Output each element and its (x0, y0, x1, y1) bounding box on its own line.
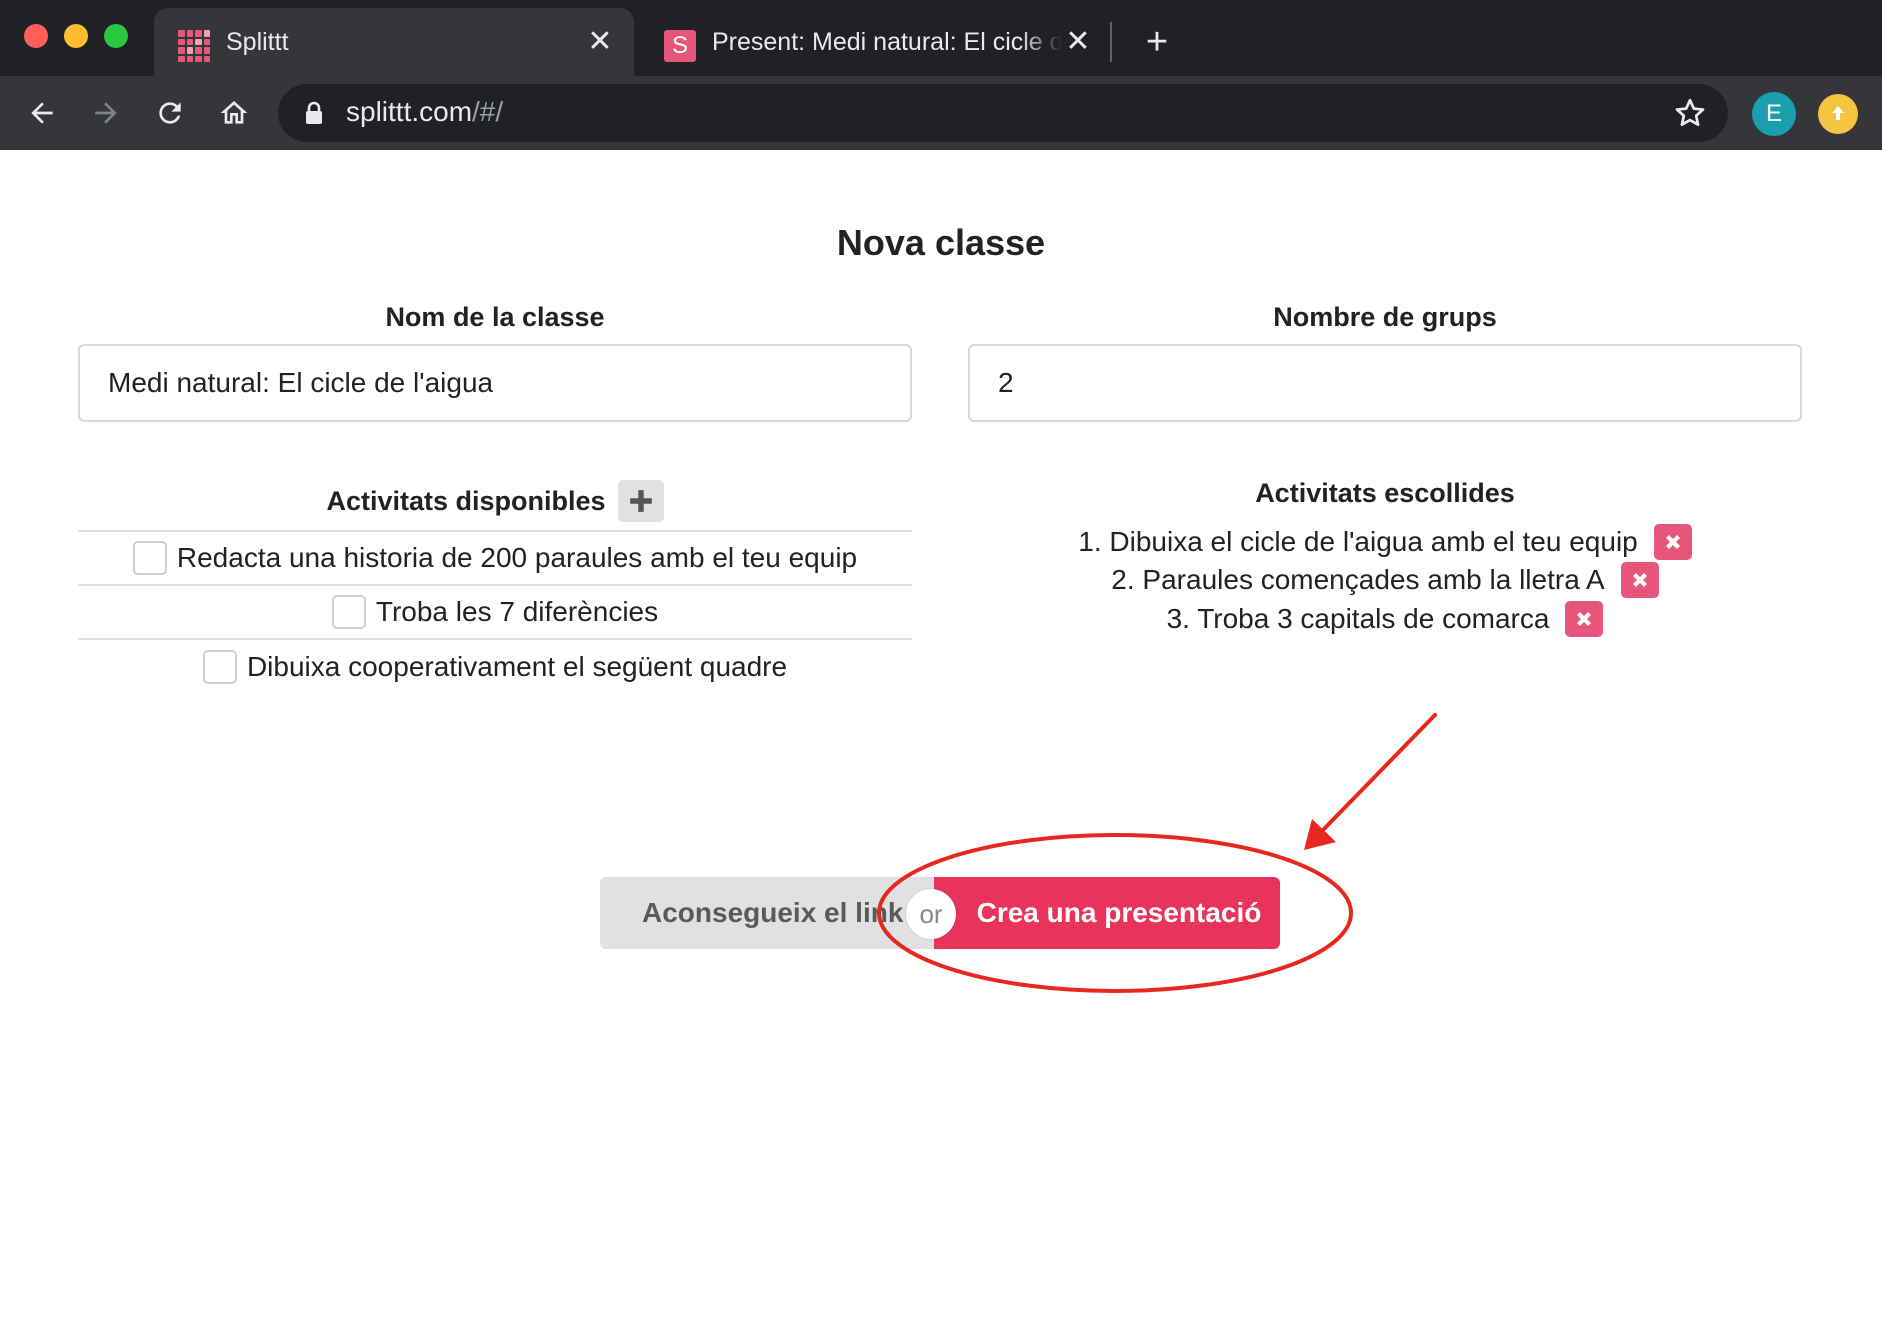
activity-checkbox[interactable] (202, 650, 237, 684)
list-item: 1. Dibuixa el cicle de l'aigua amb el te… (968, 523, 1802, 561)
chosen-activities-title: Activitats escollides (1255, 478, 1515, 508)
close-icon (1577, 612, 1592, 626)
tab-title: Present: Medi natural: El cicle de l'aig… (712, 28, 1062, 56)
available-activities-title: Activitats disponibles (326, 485, 606, 516)
class-name-input[interactable]: Medi natural: El cicle de l'aigua (78, 344, 912, 422)
close-window-button[interactable] (24, 24, 48, 48)
available-activities-list: Redacta una historia de 200 paraules amb… (78, 530, 912, 694)
url-text: splittt.com/#/ (346, 96, 504, 127)
home-icon[interactable] (210, 89, 258, 137)
activity-label: Dibuixa cooperativament el següent quadr… (246, 651, 788, 682)
activity-checkbox[interactable] (331, 595, 366, 629)
new-tab-icon[interactable]: + (1135, 20, 1179, 64)
close-icon (1632, 573, 1647, 587)
tab-separator (1110, 22, 1112, 62)
activity-label: Troba les 7 diferències (375, 596, 659, 627)
splittt-s-icon: S (664, 30, 696, 62)
activity-checkbox[interactable] (132, 541, 167, 575)
get-link-button[interactable]: Aconsegueix el link (600, 877, 934, 949)
groups-label: Nombre de grups (1273, 302, 1497, 332)
list-item: Dibuixa cooperativament el següent quadr… (78, 640, 912, 694)
lock-icon (306, 101, 322, 124)
activity-label: Redacta una historia de 200 paraules amb… (176, 542, 858, 573)
add-activity-button[interactable] (617, 480, 664, 522)
reload-icon[interactable] (146, 89, 194, 137)
forward-icon[interactable] (82, 89, 130, 137)
remove-activity-button[interactable] (1620, 562, 1659, 598)
close-icon (1665, 535, 1680, 549)
annotation-arrow-head (1304, 819, 1336, 850)
back-icon[interactable] (18, 89, 66, 137)
remove-activity-button[interactable] (1565, 601, 1604, 637)
browser-tab-bar: Splittt ✕ S Present: Medi natural: El ci… (0, 0, 1882, 76)
extension-icon[interactable] (1818, 94, 1858, 134)
chosen-activity-label: 2. Paraules començades amb la lletra A (1111, 564, 1605, 595)
annotation-arrow-line (1320, 713, 1437, 833)
chosen-activity-label: 3. Troba 3 capitals de comarca (1166, 603, 1550, 634)
list-item: 2. Paraules començades amb la lletra A (968, 561, 1802, 599)
page-title: Nova classe (836, 222, 1046, 263)
close-tab-icon[interactable]: ✕ (582, 24, 618, 60)
list-item: Redacta una historia de 200 paraules amb… (78, 532, 912, 586)
maximize-window-button[interactable] (104, 24, 128, 48)
profile-avatar[interactable]: E (1752, 92, 1796, 136)
close-tab-icon[interactable]: ✕ (1060, 24, 1096, 60)
chosen-activity-label: 1. Dibuixa el cicle de l'aigua amb el te… (1078, 526, 1638, 557)
tab-present[interactable]: S Present: Medi natural: El cicle de l'a… (640, 8, 1120, 76)
plus-icon (629, 490, 652, 512)
minimize-window-button[interactable] (64, 24, 88, 48)
or-divider: or (906, 889, 956, 939)
groups-input[interactable]: 2 (968, 344, 1802, 422)
splittt-grid-icon (178, 30, 210, 62)
list-item: Troba les 7 diferències (78, 586, 912, 640)
tab-splittt[interactable]: Splittt ✕ (154, 8, 634, 76)
address-bar[interactable]: splittt.com/#/ (278, 84, 1728, 142)
action-button-group: Aconsegueix el link Crea una presentació… (600, 877, 1280, 949)
tab-title: Splittt (226, 28, 289, 56)
bookmark-star-icon[interactable] (1672, 95, 1708, 131)
list-item: 3. Troba 3 capitals de comarca (968, 600, 1802, 638)
browser-toolbar: splittt.com/#/ E (0, 76, 1882, 150)
remove-activity-button[interactable] (1653, 524, 1692, 560)
create-presentation-button[interactable]: Crea una presentació (934, 877, 1280, 949)
available-activities-header: Activitats disponibles (78, 480, 912, 522)
class-name-label: Nom de la classe (385, 302, 605, 332)
